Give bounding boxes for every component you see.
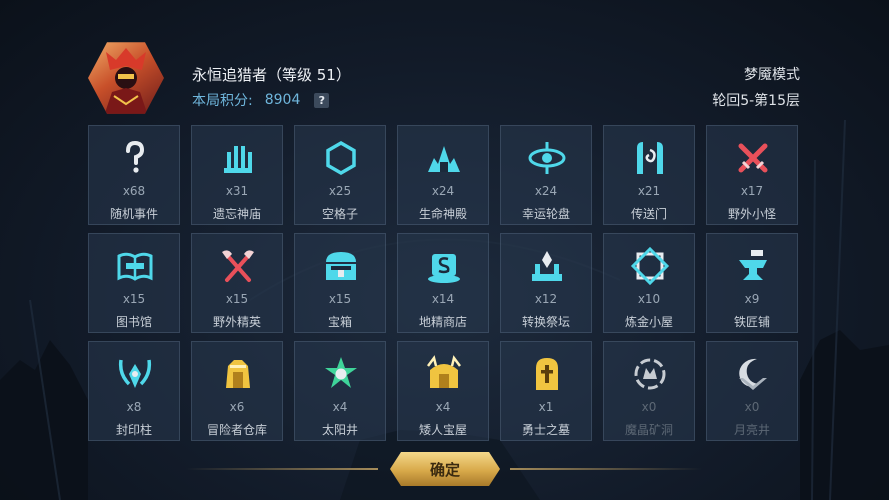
- cell-count: x24: [534, 184, 558, 198]
- grid-cell[interactable]: x10 炼金小屋: [603, 233, 695, 333]
- score-row: 本局积分: 8904 ?: [192, 90, 330, 110]
- grid-cell[interactable]: x15 野外精英: [191, 233, 283, 333]
- grid-cell[interactable]: x0 月亮井: [706, 341, 798, 441]
- samurai-icon: [104, 48, 148, 114]
- warehouse-icon: [226, 360, 250, 388]
- question-icon: [126, 140, 145, 173]
- cell-count: x24: [431, 184, 455, 198]
- cell-label: 转换祭坛: [521, 315, 570, 329]
- score-value: 8904: [264, 92, 301, 108]
- cell-count: x17: [740, 184, 764, 198]
- cell-label: 生命神殿: [418, 207, 467, 221]
- crossed-swords-icon: [738, 143, 768, 173]
- chest-icon: [326, 252, 356, 280]
- grid-cell[interactable]: x8 封印柱: [88, 341, 180, 441]
- cell-label: 传送门: [630, 207, 667, 221]
- crossed-axes-icon: [222, 250, 254, 282]
- cell-count: x15: [122, 292, 146, 306]
- grid-cell[interactable]: x17 野外小怪: [706, 125, 798, 225]
- cell-label: 月亮井: [733, 423, 770, 437]
- grid-cell[interactable]: x24 幸运轮盘: [500, 125, 592, 225]
- cell-count: x15: [225, 292, 249, 306]
- grid-cell[interactable]: x14 地精商店: [397, 233, 489, 333]
- grid-cell[interactable]: x31 遗忘神庙: [191, 125, 283, 225]
- cell-count: x9: [744, 292, 760, 306]
- grid-cell[interactable]: x1 勇士之墓: [500, 341, 592, 441]
- moon-well-icon: [739, 358, 767, 390]
- cell-label: 幸运轮盘: [521, 207, 570, 221]
- cell-count: x68: [122, 184, 146, 198]
- cell-count: x8: [126, 400, 142, 414]
- grid-cell[interactable]: x0 魔晶矿洞: [603, 341, 695, 441]
- cell-count: x0: [641, 400, 657, 414]
- cell-label: 野外精英: [212, 315, 261, 329]
- altar-icon: [532, 251, 562, 281]
- cell-label: 图书馆: [115, 315, 152, 329]
- footer-divider-left: [186, 468, 378, 470]
- grid-cell[interactable]: x25 空格子: [294, 125, 386, 225]
- cell-label: 勇士之墓: [521, 423, 570, 437]
- cell-label: 封印柱: [115, 423, 152, 437]
- cell-label: 随机事件: [109, 207, 158, 221]
- cell-count: x15: [328, 292, 352, 306]
- life-temple-icon: [428, 146, 460, 172]
- cell-label: 冒险者仓库: [206, 423, 267, 437]
- dwarf-treasure-icon: [427, 355, 461, 388]
- player-name: 永恒追猎者（等级 51）: [192, 66, 351, 84]
- hexagon-icon: [326, 140, 356, 176]
- cell-label: 遗忘神庙: [212, 207, 261, 221]
- cell-count: x10: [637, 292, 661, 306]
- event-grid: x68 随机事件 x31 遗忘神庙 x25 空格子 x24 生命神殿 x24 幸…: [88, 125, 800, 443]
- grid-cell[interactable]: x4 太阳井: [294, 341, 386, 441]
- cell-count: x4: [332, 400, 348, 414]
- cell-count: x1: [538, 400, 554, 414]
- cell-count: x25: [328, 184, 352, 198]
- grid-cell[interactable]: x6 冒险者仓库: [191, 341, 283, 441]
- confirm-button[interactable]: 确定: [390, 452, 500, 486]
- cell-label: 矮人宝屋: [418, 423, 467, 437]
- cell-label: 炼金小屋: [624, 315, 673, 329]
- cell-count: x6: [229, 400, 245, 414]
- cell-count: x0: [744, 400, 760, 414]
- grid-cell[interactable]: x15 宝箱: [294, 233, 386, 333]
- book-icon: [117, 252, 153, 281]
- grid-cell[interactable]: x68 随机事件: [88, 125, 180, 225]
- footer-divider-right: [510, 468, 702, 470]
- player-header: 永恒追猎者（等级 51） 本局积分: 8904 ? 梦魇模式 轮回5-第15层: [88, 40, 800, 120]
- score-label: 本局积分:: [192, 93, 253, 109]
- grid-cell[interactable]: x4 矮人宝屋: [397, 341, 489, 441]
- cell-label: 魔晶矿洞: [624, 423, 673, 437]
- grid-cell[interactable]: x15 图书馆: [88, 233, 180, 333]
- seal-icon: [118, 359, 152, 388]
- tomb-icon: [536, 358, 558, 390]
- cell-label: 地精商店: [418, 315, 467, 329]
- sun-well-icon: [325, 357, 357, 388]
- help-icon[interactable]: ?: [314, 92, 330, 108]
- cell-count: x12: [534, 292, 558, 306]
- grid-cell[interactable]: x24 生命神殿: [397, 125, 489, 225]
- cell-label: 宝箱: [327, 315, 352, 329]
- floor-indicator: 轮回5-第15层: [712, 93, 800, 109]
- cell-count: x21: [637, 184, 661, 198]
- cell-count: x4: [435, 400, 451, 414]
- wheel-icon: [528, 142, 566, 174]
- player-avatar[interactable]: [88, 42, 164, 114]
- difficulty-mode: 梦魇模式: [744, 67, 800, 83]
- cell-count: x14: [431, 292, 455, 306]
- shop-icon: [428, 254, 460, 283]
- cell-label: 空格子: [321, 207, 358, 221]
- temple-icon: [224, 146, 252, 173]
- alchemy-icon: [630, 246, 670, 286]
- portal-icon: [637, 142, 663, 174]
- cell-label: 铁匠铺: [733, 315, 770, 329]
- cell-label: 太阳井: [321, 423, 358, 437]
- grid-cell[interactable]: x12 转换祭坛: [500, 233, 592, 333]
- cell-count: x31: [225, 184, 249, 198]
- grid-cell[interactable]: x21 传送门: [603, 125, 695, 225]
- grid-cell[interactable]: x9 铁匠铺: [706, 233, 798, 333]
- anvil-icon: [739, 250, 767, 280]
- mine-icon: [634, 358, 666, 390]
- cell-label: 野外小怪: [727, 207, 776, 221]
